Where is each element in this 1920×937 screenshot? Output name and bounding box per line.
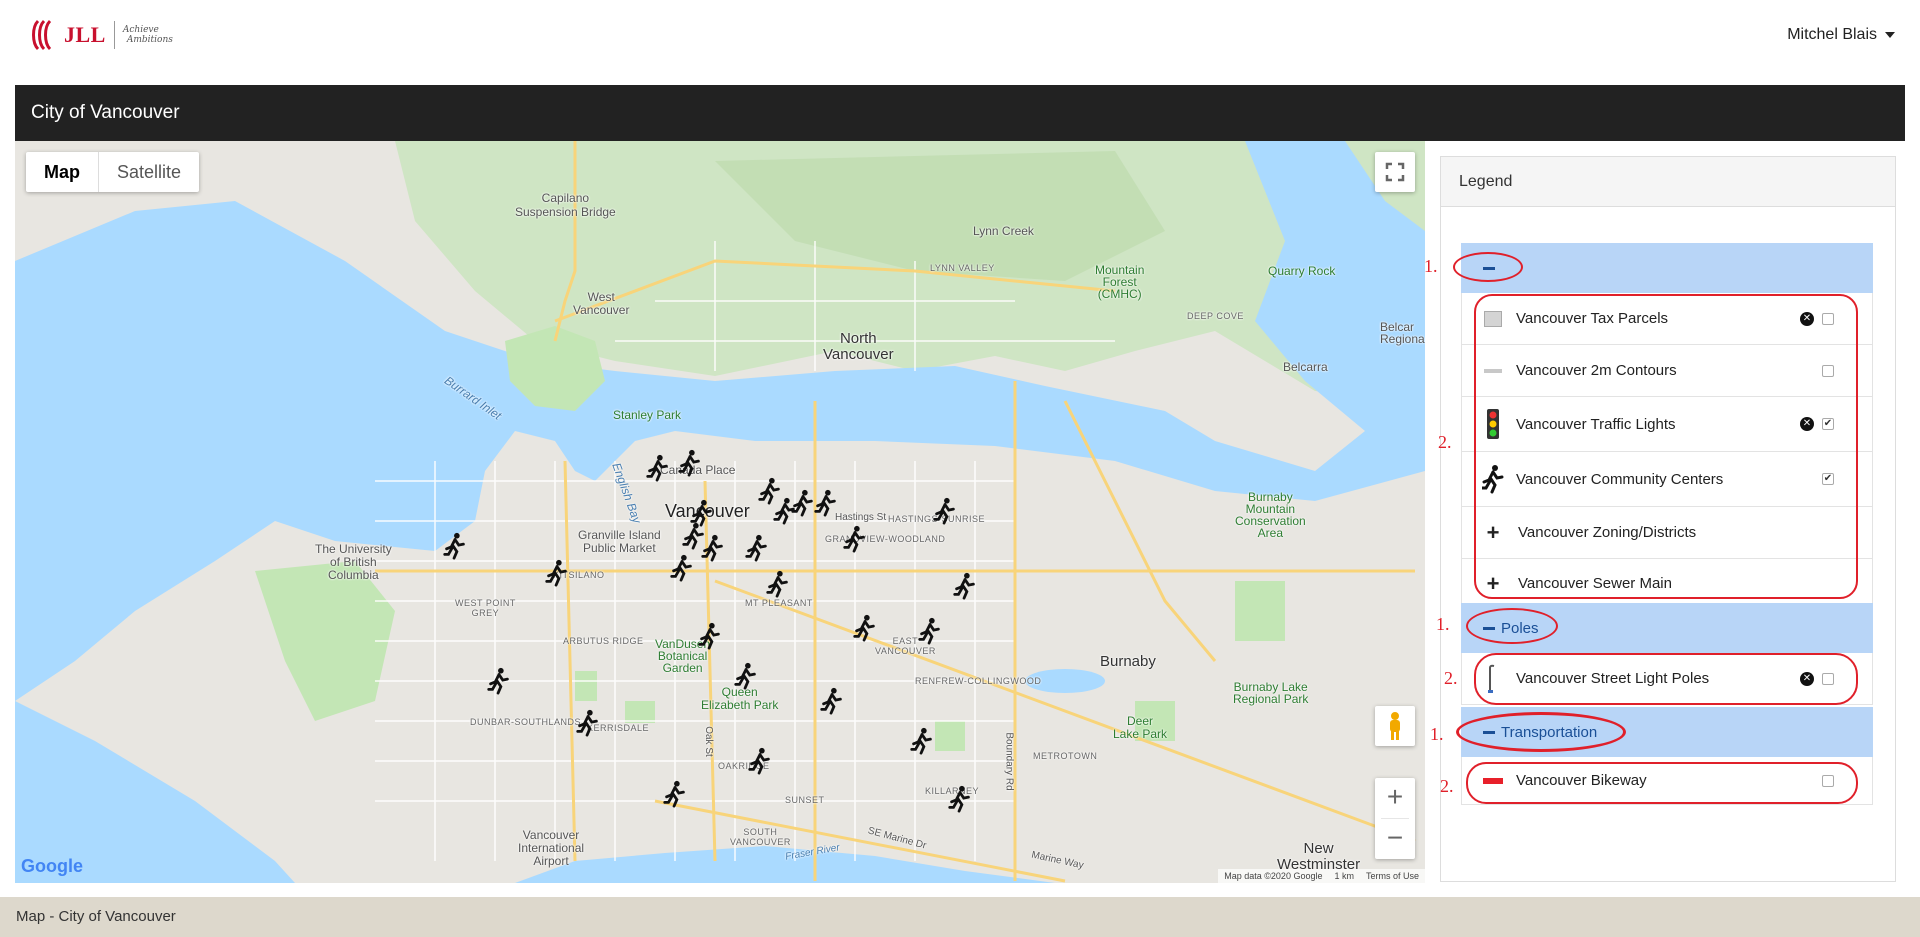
- map-attribution: Map data ©2020 Google 1 km Terms of Use: [1218, 869, 1425, 883]
- annotation-number: 1.: [1436, 614, 1450, 634]
- map-label-arbutus-ridge: ARBUTUS RIDGE: [563, 636, 644, 646]
- map-label-ubc: The University of British Columbia: [315, 542, 392, 582]
- street-view-pegman-button[interactable]: [1375, 706, 1415, 746]
- map-label-dunbar: DUNBAR-SOUTHLANDS: [470, 717, 582, 727]
- legend-title: Legend: [1441, 157, 1895, 207]
- annotation-ellipse-group-1: [1453, 252, 1523, 282]
- user-menu-dropdown[interactable]: Mitchel Blais: [1787, 26, 1895, 44]
- community-center-marker-icon[interactable]: [916, 617, 944, 645]
- tagline-line-1: Achieve: [122, 25, 159, 35]
- map-canvas[interactable]: Capilano Suspension Bridge Lynn Creek LY…: [15, 141, 1425, 883]
- tagline-line-2: Ambitions: [126, 35, 173, 45]
- logo-tagline: Achieve Ambitions: [123, 25, 173, 45]
- community-center-marker-icon[interactable]: [732, 662, 760, 690]
- annotation-number: 2.: [1440, 776, 1454, 796]
- community-center-marker-icon[interactable]: [699, 534, 727, 562]
- map-label-mt-pleasant: MT PLEASANT: [745, 598, 813, 608]
- jll-logo[interactable]: JLL Achieve Ambitions: [30, 18, 173, 52]
- community-center-marker-icon[interactable]: [746, 747, 774, 775]
- map-label-south-vancouver: SOUTH VANCOUVER: [730, 827, 791, 847]
- zoom-control: + −: [1375, 778, 1415, 859]
- logo-divider: [113, 21, 115, 49]
- fullscreen-button[interactable]: [1375, 152, 1415, 192]
- map-data-attribution: Map data ©2020 Google: [1224, 871, 1323, 881]
- annotation-number: 2.: [1438, 432, 1452, 452]
- community-center-marker-icon[interactable]: [851, 614, 879, 642]
- community-center-marker-icon[interactable]: [676, 449, 704, 477]
- community-center-marker-icon[interactable]: [644, 454, 672, 482]
- map-label-west-point-grey: WEST POINT GREY: [455, 598, 516, 618]
- map-label-granville-island: Granville Island Public Market: [578, 528, 661, 555]
- annotation-box-group-1-layers: [1474, 294, 1858, 599]
- community-center-marker-icon[interactable]: [668, 554, 696, 582]
- google-logo-text: Google: [21, 856, 83, 876]
- footer-text: Map - City of Vancouver: [16, 908, 176, 925]
- page-title-bar: City of Vancouver: [15, 85, 1905, 141]
- logo-text: JLL: [64, 22, 106, 47]
- map-label-renfrew: RENFREW-COLLINGWOOD: [915, 676, 1042, 686]
- map-label-deer-lake: Deer Lake Park: [1113, 714, 1168, 741]
- map-label-airport: Vancouver International Airport: [518, 828, 585, 868]
- user-name: Mitchel Blais: [1787, 26, 1877, 43]
- map-label-belcarra: Belcarra: [1283, 360, 1328, 374]
- annotation-number: 2.: [1444, 668, 1458, 688]
- annotation-box-transportation-layer: [1466, 762, 1858, 804]
- top-navbar: JLL Achieve Ambitions Mitchel Blais: [0, 0, 1920, 85]
- map-label-boundary-rd: Boundary Rd: [1003, 732, 1015, 791]
- page-title: City of Vancouver: [31, 102, 180, 123]
- page-footer: Map - City of Vancouver: [0, 897, 1920, 937]
- caret-down-icon: [1885, 32, 1895, 38]
- community-center-marker-icon[interactable]: [696, 622, 724, 650]
- community-center-marker-icon[interactable]: [946, 785, 974, 813]
- annotation-number: 1.: [1430, 724, 1444, 744]
- map-type-control: Map Satellite: [26, 152, 200, 192]
- map-label-north-vancouver: North Vancouver: [823, 330, 894, 363]
- terms-of-use-link[interactable]: Terms of Use: [1366, 871, 1419, 881]
- community-center-marker-icon[interactable]: [485, 667, 513, 695]
- map-label-deep-cove: DEEP COVE: [1187, 311, 1244, 321]
- community-center-marker-icon[interactable]: [931, 497, 959, 525]
- jll-mark-icon: [32, 19, 52, 51]
- community-center-marker-icon[interactable]: [441, 532, 469, 560]
- map-scale: 1 km: [1334, 871, 1354, 881]
- map-label-capilano: Capilano Suspension Bridge: [515, 191, 616, 219]
- map-label-lynn-valley: LYNN VALLEY: [930, 263, 995, 273]
- map-label-mountain-forest: Mountain Forest (CMHC): [1095, 263, 1145, 301]
- zoom-out-button[interactable]: −: [1375, 819, 1415, 859]
- community-center-marker-icon[interactable]: [951, 572, 979, 600]
- community-center-marker-icon[interactable]: [841, 525, 869, 553]
- annotation-ellipse-poles: [1466, 608, 1558, 644]
- map-label-quarry-rock: Quarry Rock: [1268, 264, 1336, 278]
- community-center-marker-icon[interactable]: [812, 489, 840, 517]
- community-center-marker-icon[interactable]: [543, 559, 571, 587]
- map-label-stanley-park: Stanley Park: [613, 408, 682, 422]
- community-center-marker-icon[interactable]: [743, 534, 771, 562]
- map-type-map-button[interactable]: Map: [26, 152, 99, 192]
- map-type-satellite-button[interactable]: Satellite: [99, 152, 199, 192]
- community-center-marker-icon[interactable]: [764, 570, 792, 598]
- map-label-hastings-st: Hastings St: [835, 512, 887, 523]
- community-center-marker-icon[interactable]: [908, 727, 936, 755]
- annotation-box-poles-layer: [1474, 653, 1858, 705]
- map-label-burnaby: Burnaby: [1100, 653, 1156, 670]
- map-label-belcarra-regional: Belcar Regiona: [1380, 320, 1425, 346]
- map-label-west-vancouver: West Vancouver: [573, 290, 630, 317]
- community-center-marker-icon[interactable]: [818, 687, 846, 715]
- map-label-burnaby-mountain: Burnaby Mountain Conservation Area: [1235, 490, 1306, 540]
- community-center-marker-icon[interactable]: [661, 780, 689, 808]
- map-label-burnaby-lake: Burnaby Lake Regional Park: [1233, 680, 1309, 706]
- google-logo: Google: [21, 856, 83, 877]
- annotation-number: 1.: [1424, 256, 1438, 276]
- map-label-metrotown: METROTOWN: [1033, 751, 1098, 761]
- fullscreen-icon: [1385, 162, 1405, 182]
- map-label-lynn-creek: Lynn Creek: [973, 224, 1034, 238]
- pegman-icon: [1390, 712, 1400, 740]
- map-label-oak-st: Oak St: [702, 726, 714, 757]
- annotation-ellipse-transportation: [1456, 712, 1626, 752]
- community-center-marker-icon[interactable]: [574, 709, 602, 737]
- zoom-in-button[interactable]: +: [1375, 778, 1415, 818]
- map-label-sunset: SUNSET: [785, 795, 825, 805]
